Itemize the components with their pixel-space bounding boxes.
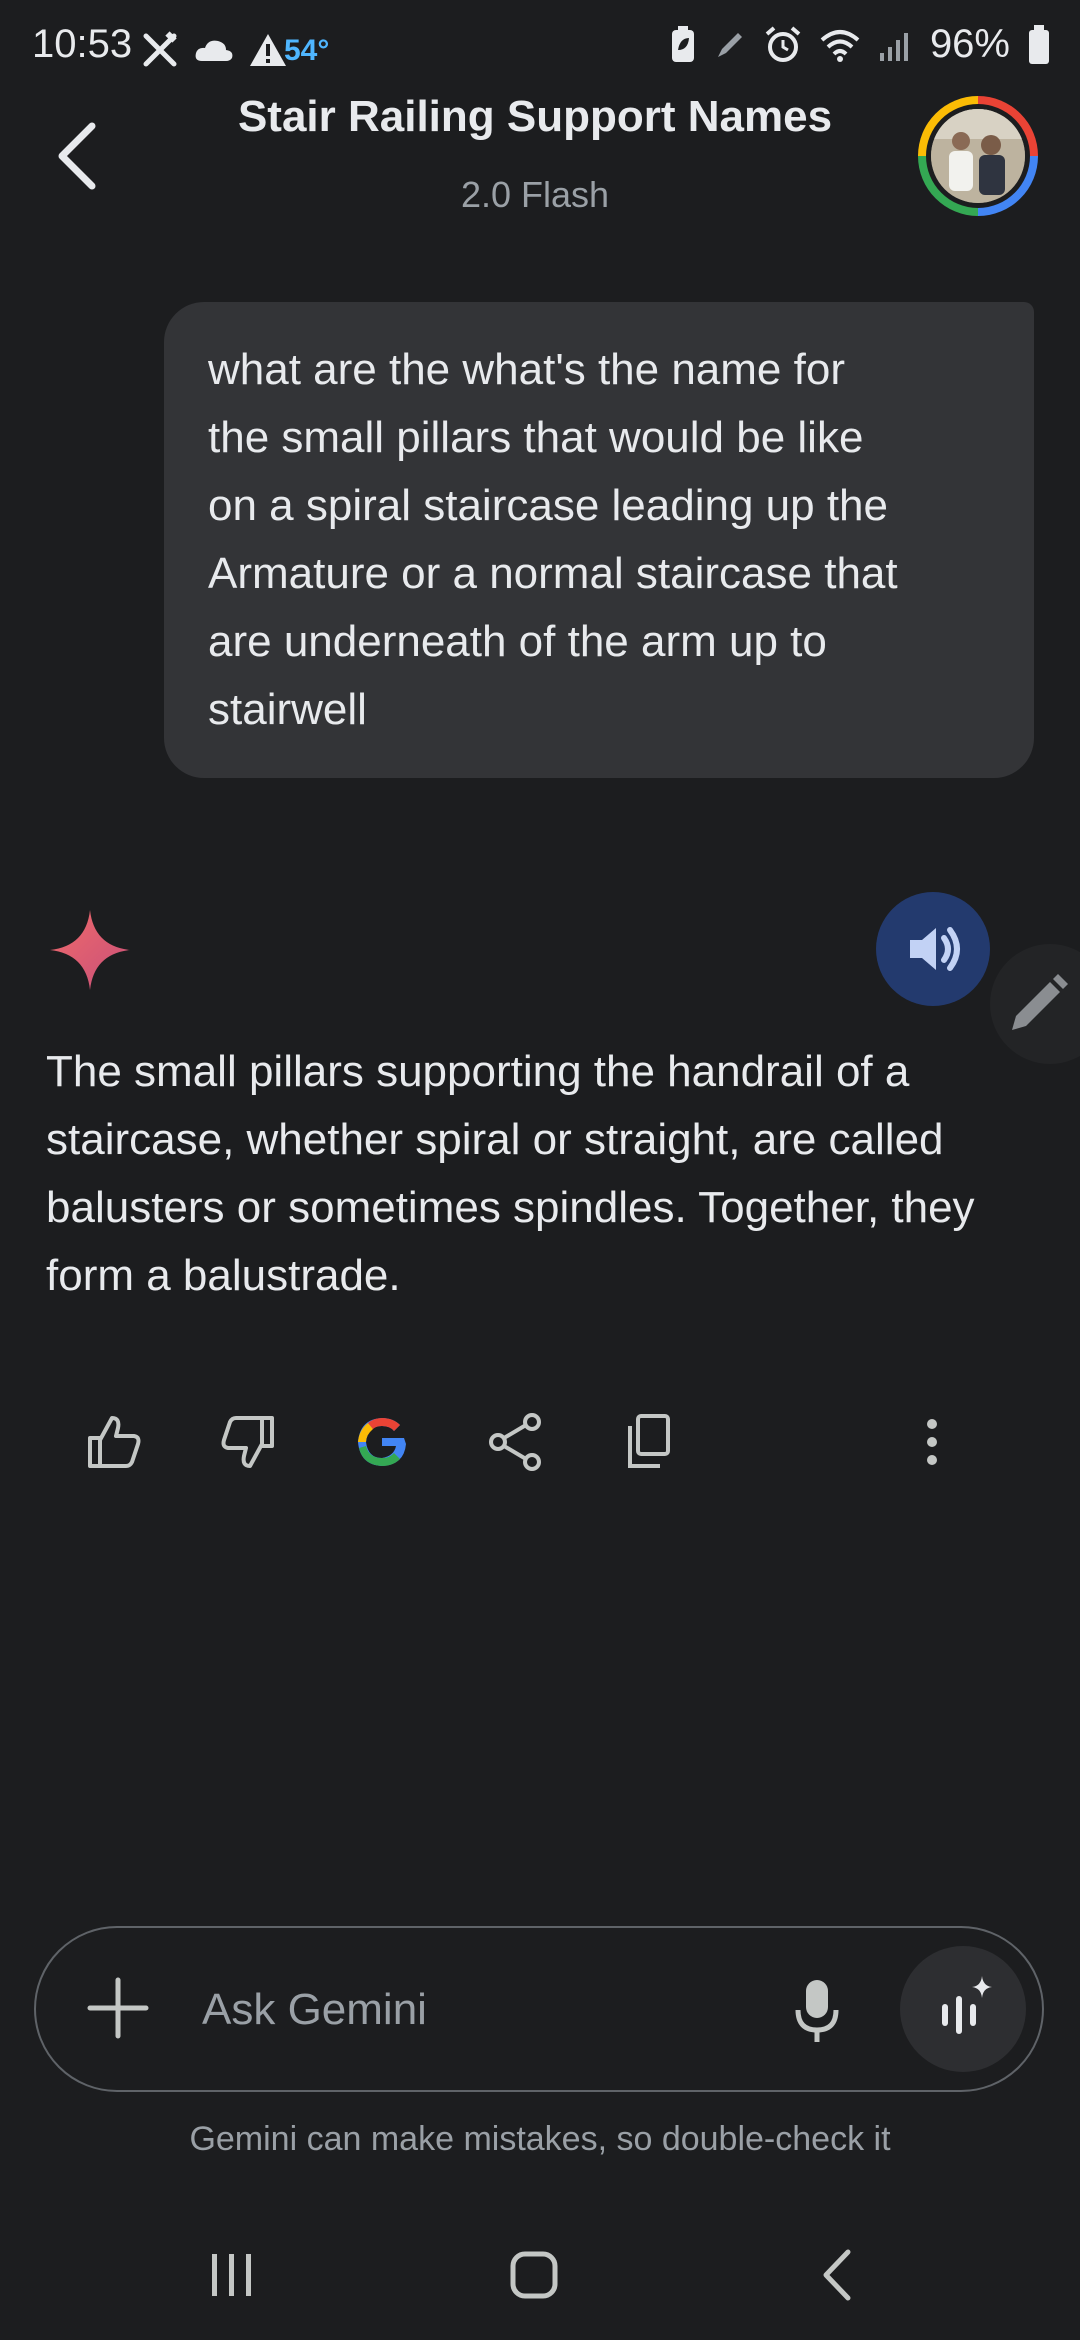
- home-icon: [510, 2251, 558, 2299]
- more-vert-icon[interactable]: [900, 1410, 964, 1474]
- model-selector[interactable]: 2.0 Flash: [180, 174, 890, 216]
- disclaimer-text: Gemini can make mistakes, so double-chec…: [189, 2120, 891, 2158]
- google-icon[interactable]: [350, 1410, 414, 1474]
- add-attachment-button[interactable]: [84, 1974, 152, 2042]
- copy-icon[interactable]: [618, 1410, 682, 1474]
- thumb-up-icon[interactable]: [82, 1410, 146, 1474]
- gemini-sparkle-icon: [48, 908, 132, 992]
- read-aloud-button[interactable]: [876, 892, 990, 1006]
- chevron-left-icon: [58, 122, 96, 190]
- live-waveform-icon: [942, 1976, 992, 2034]
- wifi-icon: [820, 29, 860, 62]
- recents-icon: [212, 2254, 251, 2296]
- response-text: The small pillars supporting the handrai…: [46, 1047, 975, 1300]
- back-icon: [823, 2249, 851, 2301]
- avatar[interactable]: [918, 96, 1038, 216]
- thumb-down-icon[interactable]: [216, 1410, 280, 1474]
- gemini-live-button[interactable]: [900, 1946, 1026, 2072]
- share-icon[interactable]: [484, 1410, 548, 1474]
- back-button[interactable]: [48, 118, 112, 194]
- mic-icon: [795, 1980, 839, 2042]
- recent-apps-button[interactable]: [192, 2240, 272, 2310]
- user-message-text: what are the what's the name for the sma…: [208, 345, 898, 734]
- speaker-icon: [910, 927, 960, 971]
- status-temperature: 54°: [284, 34, 330, 67]
- pen-icon: [717, 32, 742, 57]
- cloud-icon: [195, 40, 233, 61]
- profile-photo: [931, 109, 1025, 203]
- ask-gemini-input[interactable]: [200, 1974, 764, 2046]
- home-button[interactable]: [494, 2240, 574, 2310]
- signal-icon: [879, 32, 908, 61]
- battery-icon: [1029, 24, 1049, 64]
- alarm-icon: [765, 25, 801, 62]
- nav-back-button[interactable]: [800, 2240, 880, 2310]
- battery-percent: 96%: [929, 22, 1010, 66]
- warning-icon: [250, 34, 286, 66]
- conversation-title: Stair Railing Support Names: [237, 92, 833, 141]
- battery-saver-icon: [671, 25, 694, 62]
- status-bar: 10:53 54° 96%: [0, 0, 1080, 96]
- microphone-button[interactable]: [790, 1976, 844, 2046]
- plus-icon: [87, 1977, 149, 2039]
- status-time: 10:53: [32, 22, 133, 66]
- tools-icon: [143, 31, 177, 67]
